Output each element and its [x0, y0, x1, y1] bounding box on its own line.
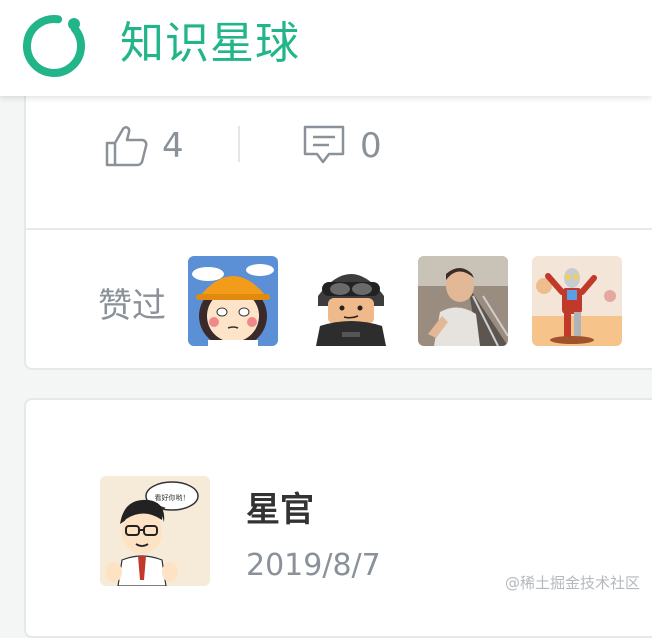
- comment-icon: [303, 125, 345, 164]
- thumbs-up-icon: [105, 126, 148, 167]
- action-divider: [238, 126, 240, 162]
- post-card: 看好你哟！ 星官 2019/8/7: [24, 398, 652, 638]
- watermark: @稀土掘金技术社区: [504, 574, 640, 592]
- man-photo-avatar[interactable]: [418, 256, 508, 346]
- app-header: 知识星球: [0, 0, 652, 96]
- like-button[interactable]: 4: [104, 124, 184, 168]
- author-avatar[interactable]: 看好你哟！: [100, 476, 210, 586]
- cartoon-girl-avatar[interactable]: [188, 256, 278, 346]
- comment-button[interactable]: 0: [302, 124, 382, 168]
- section-divider: [26, 228, 652, 230]
- swat-soldier-avatar[interactable]: [306, 256, 396, 346]
- post-card: 4 0 赞过: [24, 60, 652, 370]
- like-count: 4: [162, 126, 184, 166]
- post-date: 2019/8/7: [246, 548, 381, 583]
- author-name[interactable]: 星官: [246, 488, 314, 532]
- comment-count: 0: [360, 126, 382, 166]
- ring-logo-icon[interactable]: [20, 8, 92, 80]
- avatar-speech-text: 看好你哟！: [155, 493, 190, 502]
- ultraman-figure-avatar[interactable]: [532, 256, 622, 346]
- liked-by-label: 赞过: [98, 286, 166, 326]
- app-brand-title[interactable]: 知识星球: [120, 14, 300, 74]
